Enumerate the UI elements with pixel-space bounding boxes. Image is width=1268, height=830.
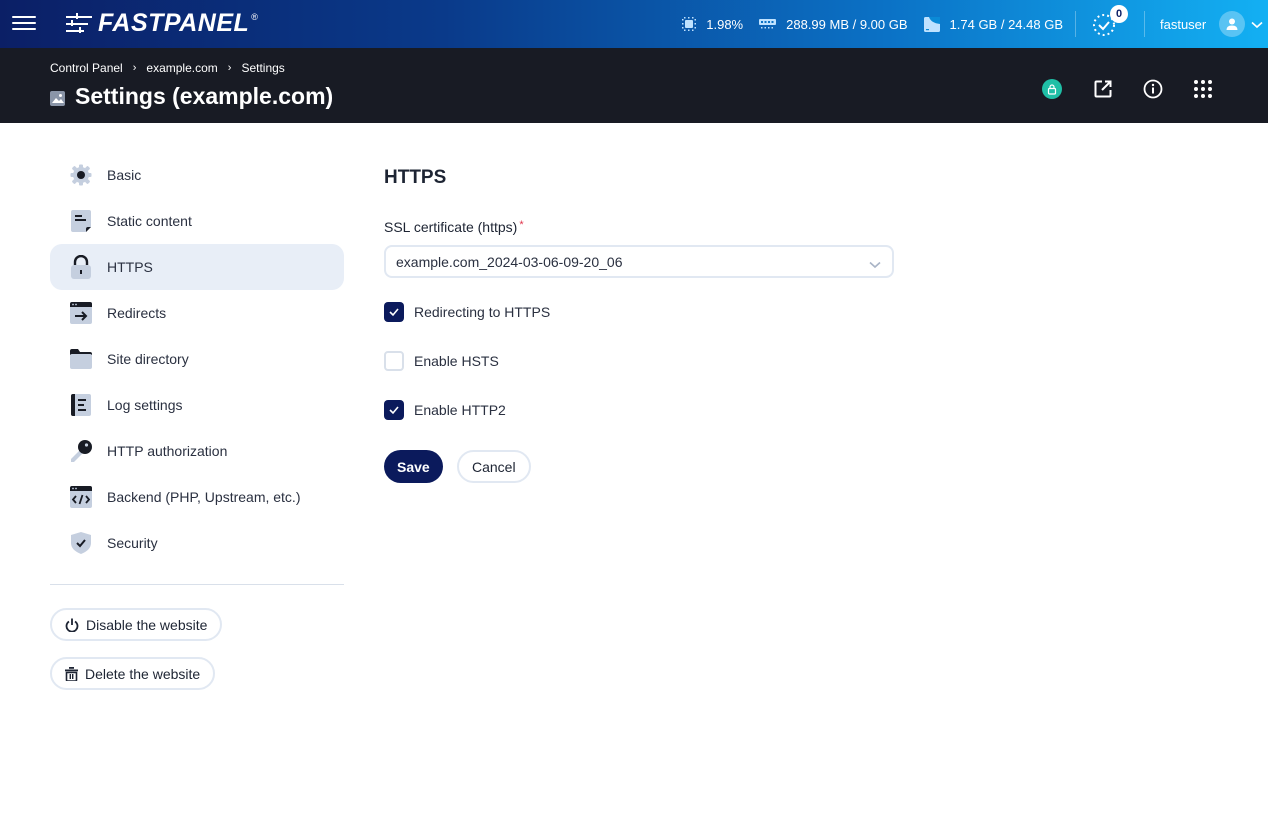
page-title-row: Settings (example.com) — [50, 83, 333, 110]
redirect-https-checkbox[interactable] — [384, 302, 404, 322]
sidebar-item-label: Backend (PHP, Upstream, etc.) — [107, 489, 301, 505]
sidebar-item-label: HTTPS — [107, 259, 153, 275]
ssl-certificate-label-text: SSL certificate (https) — [384, 219, 518, 235]
disk-stat[interactable]: 1.74 GB / 24.48 GB — [923, 16, 1063, 32]
section-title: HTTPS — [384, 167, 447, 188]
tasks-count-badge: 0 — [1110, 5, 1128, 23]
save-button[interactable]: Save — [384, 450, 443, 483]
chevron-down-icon — [1251, 17, 1263, 32]
tasks-button[interactable]: 0 — [1090, 5, 1128, 40]
sidebar-item-redirects[interactable]: Redirects — [50, 290, 344, 336]
sidebar-item-label: Basic — [107, 167, 142, 183]
sidebar-item-log-settings[interactable]: Log settings — [50, 382, 344, 428]
username: fastuser — [1160, 16, 1207, 32]
checkbox-label: Enable HSTS — [414, 353, 499, 369]
folder-icon — [69, 347, 93, 371]
ssl-certificate-label: SSL certificate (https) * — [384, 219, 524, 235]
cpu-value: 1.98% — [706, 16, 744, 32]
disk-icon — [923, 16, 940, 32]
site-image-icon — [50, 91, 65, 106]
page-title: Settings (example.com) — [75, 83, 334, 109]
cpu-icon — [682, 17, 697, 31]
delete-website-button[interactable]: Delete the website — [50, 657, 216, 690]
required-mark: * — [519, 219, 524, 231]
breadcrumb-separator: › — [132, 62, 137, 74]
redirect-icon — [69, 301, 93, 325]
memory-value: 288.99 MB / 9.00 GB — [786, 16, 908, 32]
key-icon — [69, 439, 93, 463]
sidebar-item-label: Static content — [107, 213, 192, 229]
enable-hsts-checkbox-row[interactable]: Enable HSTS — [384, 351, 499, 371]
breadcrumb-separator: › — [227, 62, 232, 74]
logo[interactable]: FASTPANEL ® — [66, 9, 258, 38]
check-icon — [389, 308, 399, 317]
log-icon — [69, 393, 93, 417]
enable-hsts-checkbox[interactable] — [384, 351, 404, 371]
breadcrumb: Control Panel › example.com › Settings — [50, 61, 285, 75]
apps-grid-icon[interactable] — [1191, 77, 1215, 101]
ssl-certificate-select[interactable]: example.com_2024-03-06-09-20_06 — [384, 245, 894, 278]
check-icon — [389, 406, 399, 415]
breadcrumb-site[interactable]: example.com — [146, 61, 217, 75]
sidebar-item-https[interactable]: HTTPS — [50, 244, 344, 290]
ssl-certificate-value: example.com_2024-03-06-09-20_06 — [396, 253, 623, 270]
sidebar-item-backend[interactable]: Backend (PHP, Upstream, etc.) — [50, 474, 344, 520]
info-icon[interactable] — [1141, 77, 1165, 101]
top-bar: FASTPANEL ® 1.98% 288.99 MB / 9.00 GB 1.… — [0, 0, 1268, 48]
memory-icon — [759, 18, 777, 30]
code-icon — [69, 485, 93, 509]
shield-icon — [69, 531, 93, 555]
redirect-https-checkbox-row[interactable]: Redirecting to HTTPS — [384, 302, 550, 322]
cpu-stat[interactable]: 1.98% — [682, 17, 743, 32]
divider — [1144, 11, 1145, 37]
settings-sidebar: Basic Static content HTTPS Redirects Sit… — [50, 152, 344, 585]
sidebar-item-label: Redirects — [107, 305, 167, 321]
resource-stats: 1.98% 288.99 MB / 9.00 GB 1.74 GB / 24.4… — [666, 0, 1063, 48]
delete-website-label: Delete the website — [85, 665, 201, 682]
enable-http2-checkbox[interactable] — [384, 400, 404, 420]
sidebar-item-basic[interactable]: Basic — [50, 152, 344, 198]
logo-registered: ® — [251, 11, 258, 22]
logo-mark-icon — [66, 12, 94, 35]
chevron-down-icon — [869, 256, 881, 272]
power-icon — [65, 618, 79, 632]
menu-icon[interactable] — [12, 12, 36, 34]
memory-stat[interactable]: 288.99 MB / 9.00 GB — [759, 16, 908, 32]
cancel-button[interactable]: Cancel — [457, 450, 531, 483]
lock-icon — [69, 255, 93, 279]
page-header: Control Panel › example.com › Settings S… — [0, 48, 1268, 123]
disable-website-button[interactable]: Disable the website — [50, 608, 223, 641]
sidebar-item-site-directory[interactable]: Site directory — [50, 336, 344, 382]
disk-value: 1.74 GB / 24.48 GB — [949, 16, 1063, 32]
user-menu[interactable]: fastuser — [1160, 0, 1263, 48]
sidebar-divider — [50, 584, 344, 585]
gear-icon — [69, 163, 93, 187]
breadcrumb-settings[interactable]: Settings — [241, 61, 284, 75]
sidebar-item-label: Log settings — [107, 397, 183, 413]
disable-website-label: Disable the website — [86, 616, 208, 633]
user-icon — [1219, 11, 1246, 37]
document-icon — [69, 209, 93, 233]
checkbox-label: Redirecting to HTTPS — [414, 304, 551, 320]
sidebar-item-label: Site directory — [107, 351, 189, 367]
sidebar-item-static-content[interactable]: Static content — [50, 198, 344, 244]
divider — [1075, 11, 1076, 37]
sidebar-item-security[interactable]: Security — [50, 520, 344, 566]
checkbox-label: Enable HTTP2 — [414, 402, 506, 418]
ssl-lock-icon[interactable] — [1042, 79, 1062, 99]
sidebar-item-label: Security — [107, 535, 158, 551]
breadcrumb-control-panel[interactable]: Control Panel — [50, 61, 123, 75]
enable-http2-checkbox-row[interactable]: Enable HTTP2 — [384, 400, 506, 420]
external-link-icon[interactable] — [1091, 77, 1115, 101]
trash-icon — [65, 666, 78, 681]
sidebar-item-http-authorization[interactable]: HTTP authorization — [50, 428, 344, 474]
sidebar-item-label: HTTP authorization — [107, 443, 228, 459]
logo-text: FASTPANEL — [98, 9, 250, 37]
